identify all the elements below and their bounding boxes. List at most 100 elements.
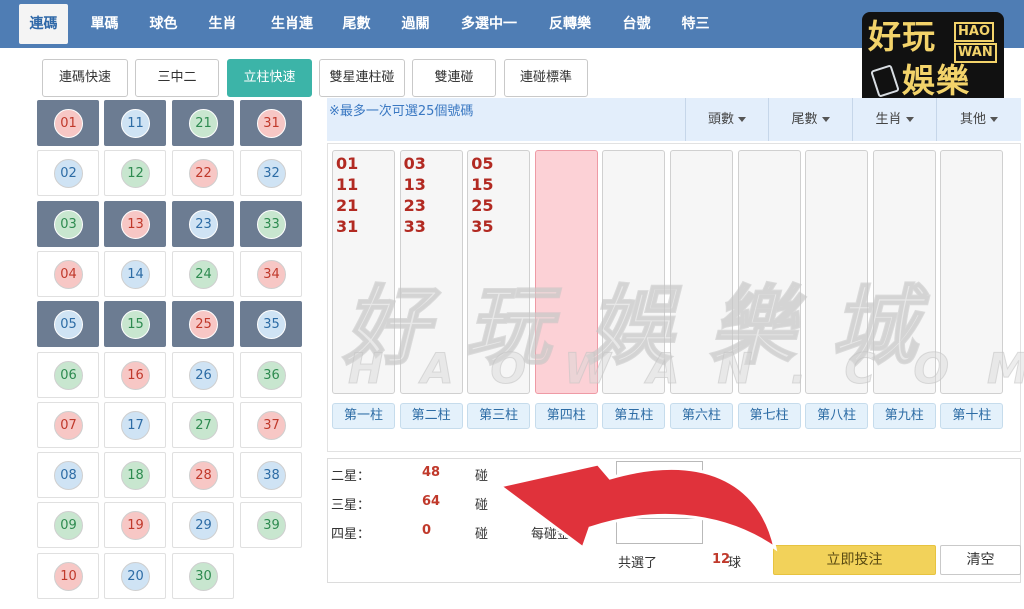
number-cell[interactable]: 03 [37,200,99,247]
pillar-number: 31 [336,217,359,236]
number-cell[interactable]: 06 [37,351,99,398]
mode-sanzhonger-button[interactable]: 三中二 [135,59,219,97]
mode-shuanglian-button[interactable]: 雙連碰 [412,59,496,97]
dropdown-qita[interactable]: 其他 [936,98,1021,141]
number-cell[interactable]: 20 [104,552,166,599]
number-cell[interactable]: 02 [37,150,99,197]
mode-lianpeng-biaozhun-button[interactable]: 連碰標準 [504,59,588,97]
number-cell[interactable]: 38 [240,452,302,499]
tab-duoxuan[interactable]: 多選中一 [452,4,526,44]
tab-weishu[interactable]: 尾數 [334,4,379,44]
number-cell[interactable]: 37 [240,401,302,448]
total-selected-unit: 球 [728,556,742,571]
submit-bet-button[interactable]: 立即投注 [773,545,936,575]
dropdown-weishu[interactable]: 尾數 [768,98,852,141]
tab-guoguan[interactable]: 過關 [393,4,438,44]
caret-down-icon [738,117,746,122]
number-cell[interactable]: 15 [104,301,166,348]
pillar-label-button[interactable]: 第八柱 [805,403,869,429]
number-cell[interactable]: 24 [172,250,234,297]
number-cell[interactable]: 23 [172,200,234,247]
number-cell[interactable]: 35 [240,301,302,348]
number-cell[interactable]: 13 [104,200,166,247]
number-cell[interactable]: 34 [240,250,302,297]
tab-qiuse[interactable]: 球色 [141,4,186,44]
number-cell[interactable]: 01 [37,100,99,146]
number-cell[interactable]: 04 [37,250,99,297]
number-cell[interactable]: 25 [172,301,234,348]
dropdown-shengxiao[interactable]: 生肖 [852,98,936,141]
pillar-label-button[interactable]: 第七柱 [737,403,801,429]
tab-tesan[interactable]: 特三 [673,4,718,44]
pillar-label-button[interactable]: 第四柱 [534,403,598,429]
number-ball: 04 [54,259,83,289]
amount-input-top[interactable] [616,461,703,487]
pillar-label-button[interactable]: 第九柱 [872,403,936,429]
number-cell[interactable]: 19 [104,502,166,549]
tab-lianma[interactable]: 連碼 [19,4,68,44]
four-star-count: 0 [422,523,432,538]
number-cell[interactable]: 12 [104,150,166,197]
number-ball: 25 [189,310,218,340]
number-cell[interactable]: 07 [37,401,99,448]
number-cell[interactable]: 28 [172,452,234,499]
pillar-number: 25 [471,196,494,215]
pillar-label-button[interactable]: 第五柱 [602,403,666,429]
mode-lianma-kuaisu-button[interactable]: 連碼快速 [42,59,128,97]
number-ball: 21 [189,109,218,138]
number-cell[interactable]: 11 [104,100,166,146]
dropdown-label: 尾數 [791,112,818,127]
tab-shengxiao-lian[interactable]: 生肖連 [262,4,322,44]
pillar-label-button[interactable]: 第三柱 [467,403,531,429]
number-cell[interactable]: 27 [172,401,234,448]
pillar-label-button[interactable]: 第一柱 [332,403,395,429]
number-cell[interactable]: 16 [104,351,166,398]
number-ball: 24 [189,259,218,289]
number-cell[interactable]: 09 [37,502,99,549]
number-cell[interactable]: 36 [240,351,302,398]
number-cell[interactable]: 22 [172,150,234,197]
number-cell[interactable]: 05 [37,301,99,348]
pillar-label-button[interactable]: 第十柱 [940,403,1004,429]
number-cell[interactable]: 39 [240,502,302,549]
per-bet-amount-input[interactable] [616,518,703,544]
number-cell[interactable]: 21 [172,100,234,146]
mode-shuangxing-button[interactable]: 雙星連柱碰 [319,59,405,97]
mode-lizhu-kuaisu-button[interactable]: 立柱快速 [227,59,312,97]
tab-shengxiao[interactable]: 生肖 [200,4,245,44]
max-selection-note: ※最多一次可選25個號碼 [329,104,474,119]
number-cell[interactable]: 18 [104,452,166,499]
number-cell[interactable]: 08 [37,452,99,499]
info-bar: ※最多一次可選25個號碼 頭數 尾數 生肖 其他 [327,98,1021,141]
dropdown-toushu[interactable]: 頭數 [685,98,768,141]
pillar-number: 13 [403,175,426,194]
tab-taihao[interactable]: 台號 [614,4,659,44]
number-cell[interactable]: 26 [172,351,234,398]
number-ball: 28 [189,461,218,491]
tab-danma[interactable]: 單碼 [82,4,127,44]
number-cell[interactable]: 29 [172,502,234,549]
number-ball: 39 [257,511,286,541]
number-cell[interactable]: 31 [240,100,302,146]
pillar-number: 33 [403,217,426,236]
pillar-label-button[interactable]: 第二柱 [399,403,463,429]
number-cell[interactable]: 30 [172,552,234,599]
clear-button[interactable]: 清空 [940,545,1021,575]
number-cell[interactable]: 10 [37,552,99,599]
number-ball: 32 [257,159,286,189]
brand-logo: 好玩 HAO WAN 娛樂 [862,12,1004,108]
number-ball: 15 [121,310,150,340]
number-cell[interactable]: 17 [104,401,166,448]
pillar-label-button[interactable]: 第六柱 [670,403,733,429]
number-ball: 26 [189,360,218,390]
number-cell[interactable]: 32 [240,150,302,197]
pillar-numbers: 01 11 21 31 [336,153,358,237]
tab-fanzhuan[interactable]: 反轉樂 [540,4,600,44]
caret-down-icon [990,117,998,122]
number-ball: 14 [121,259,150,289]
logo-text-bottom: 娛樂 [902,61,970,100]
pillar-number: 11 [336,175,359,194]
number-cell[interactable]: 33 [240,200,302,247]
number-cell[interactable]: 14 [104,250,166,297]
app-root: 連碼 單碼 球色 生肖 生肖連 尾數 過關 多選中一 反轉樂 台號 特三 好玩 … [0,0,1024,609]
